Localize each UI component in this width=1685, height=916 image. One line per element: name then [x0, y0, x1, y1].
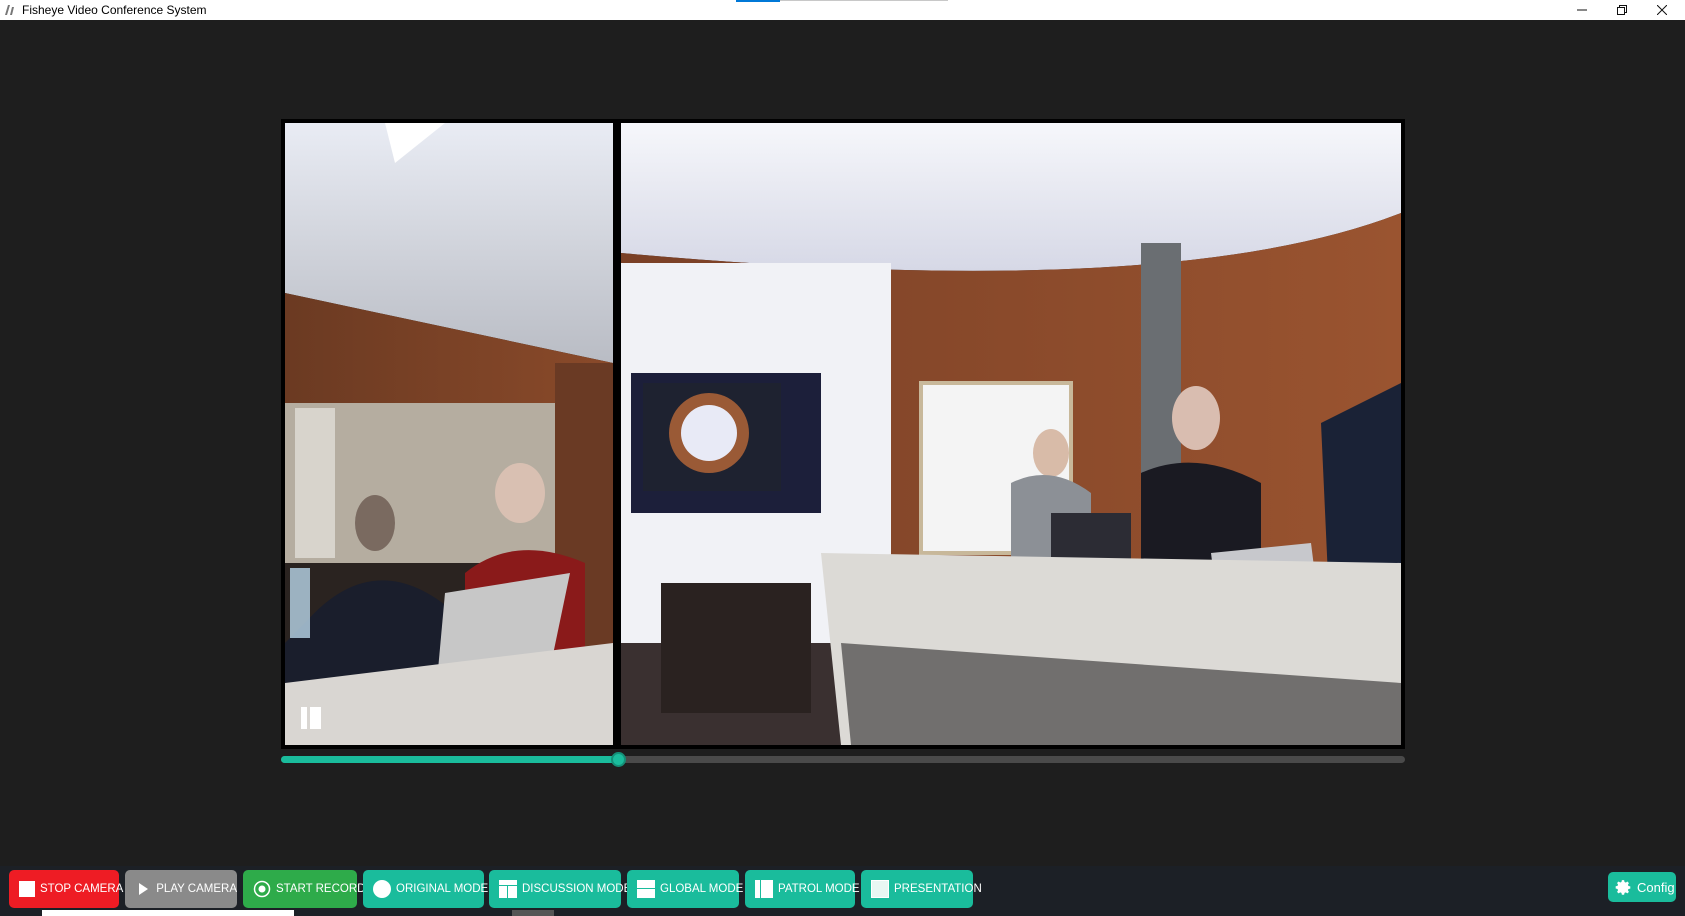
play-icon [135, 880, 151, 898]
playback-progress-slider[interactable] [281, 752, 1405, 767]
taskbar-strip-secondary [512, 910, 554, 916]
window-title: Fisheye Video Conference System [22, 3, 207, 17]
gear-icon [1614, 878, 1632, 896]
discussion-mode-button[interactable]: DISCUSSION MODE [489, 870, 631, 908]
presentation-icon [871, 880, 889, 898]
progress-thumb[interactable] [611, 752, 627, 767]
restore-button[interactable] [1602, 0, 1642, 20]
patrol-mode-label: PATROL MODE [778, 883, 860, 895]
minimize-button[interactable] [1562, 0, 1602, 20]
circle-icon [373, 880, 391, 898]
start-record-button[interactable]: START RECORD [243, 870, 365, 908]
app-logo-icon [3, 3, 17, 17]
close-button[interactable] [1642, 0, 1682, 20]
play-camera-button[interactable]: PLAY CAMERA [125, 870, 237, 908]
config-label: Config [1637, 879, 1675, 895]
patrol-layout-icon [755, 880, 773, 898]
pause-icon [301, 707, 307, 729]
title-bar: Fisheye Video Conference System [0, 0, 1685, 20]
config-button[interactable]: Config [1608, 872, 1676, 902]
original-mode-label: ORIGINAL MODE [396, 883, 489, 895]
play-camera-label: PLAY CAMERA [156, 883, 237, 895]
presentation-label: PRESENTATION [894, 883, 982, 895]
meeting-room-right-image [621, 123, 1401, 745]
title-accent-line [736, 0, 780, 2]
stop-camera-button[interactable]: STOP CAMERA [9, 870, 123, 908]
global-mode-label: GLOBAL MODE [660, 883, 744, 895]
global-layout-icon [637, 880, 655, 898]
stop-icon [19, 880, 35, 898]
record-icon [253, 880, 271, 898]
camera-view-left[interactable] [285, 123, 613, 745]
video-stage [281, 119, 1405, 749]
global-mode-button[interactable]: GLOBAL MODE [627, 870, 743, 908]
restore-icon [1617, 5, 1627, 15]
close-icon [1657, 5, 1667, 15]
original-mode-button[interactable]: ORIGINAL MODE [363, 870, 488, 908]
bottom-toolbar: STOP CAMERA PLAY CAMERA START RECORD ORI… [0, 866, 1685, 916]
start-record-label: START RECORD [276, 883, 366, 895]
progress-fill [281, 756, 619, 763]
minimize-icon [1577, 9, 1587, 11]
stop-camera-label: STOP CAMERA [40, 883, 124, 895]
camera-view-right[interactable] [621, 123, 1401, 745]
discussion-mode-label: DISCUSSION MODE [522, 883, 632, 895]
title-accent-line-secondary [780, 0, 948, 1]
pause-button[interactable] [301, 707, 323, 729]
presentation-button[interactable]: PRESENTATION [861, 870, 982, 908]
pause-icon-bar [310, 707, 321, 729]
meeting-room-left-image [285, 123, 613, 745]
discussion-layout-icon [499, 880, 517, 898]
taskbar-strip [42, 910, 294, 916]
patrol-mode-button[interactable]: PATROL MODE [745, 870, 860, 908]
